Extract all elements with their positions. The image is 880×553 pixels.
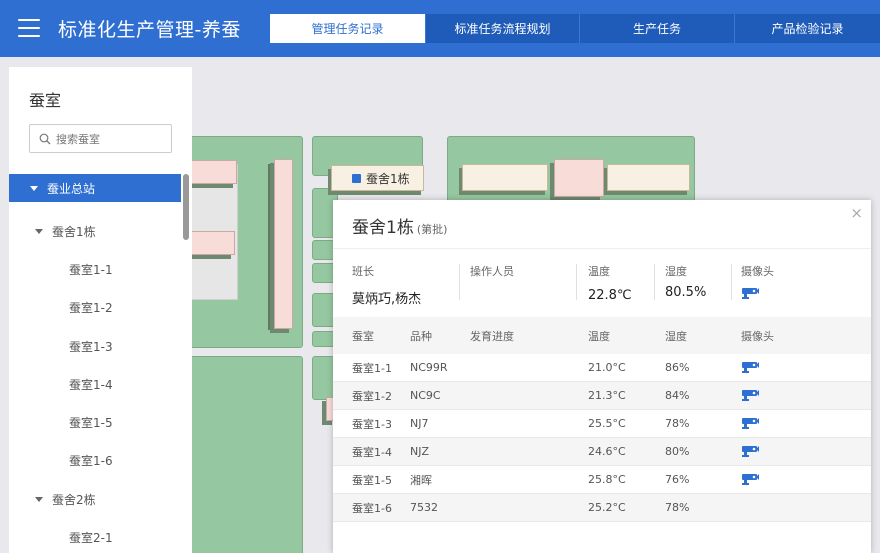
tree-item-room[interactable]: 蚕室1-5 bbox=[9, 403, 181, 441]
building-detail-card: × 蚕舍1栋 (第批) 班长 莫炳巧,杨杰 操作人员 温度 22.8℃ 湿度 80… bbox=[333, 200, 871, 553]
divider bbox=[459, 264, 460, 300]
building-label-text: 蚕舍1栋 bbox=[366, 171, 410, 186]
cell-variety: 湘晖 bbox=[410, 473, 432, 487]
search-input[interactable] bbox=[56, 129, 166, 149]
tab-task-records[interactable]: 管理任务记录 bbox=[270, 14, 425, 43]
cell-humidity: 84% bbox=[665, 389, 690, 402]
divider bbox=[731, 264, 732, 300]
tree-item-building-2[interactable]: 蚕舍2栋 bbox=[9, 480, 181, 518]
tree-item-room[interactable]: 蚕室1-3 bbox=[9, 327, 181, 365]
cell-temperature: 21.0°C bbox=[588, 361, 626, 374]
camera-icon[interactable] bbox=[741, 473, 759, 486]
divider bbox=[333, 248, 871, 249]
cell-variety: 7532 bbox=[410, 501, 438, 514]
cell-camera bbox=[741, 438, 759, 465]
sidebar: 蚕室 蚕业总站 蚕舍1栋 蚕室1-1 蚕室1-2 蚕室1-3 蚕室1-4 蚕室1… bbox=[9, 67, 192, 553]
cell-temperature: 25.2°C bbox=[588, 501, 626, 514]
cell-room: 蚕室1-3 bbox=[352, 417, 392, 431]
info-operator: 操作人员 bbox=[470, 265, 514, 278]
cell-temperature: 25.5°C bbox=[588, 417, 626, 430]
search-box bbox=[29, 124, 172, 153]
caret-down-icon[interactable] bbox=[35, 496, 43, 502]
card-title: 蚕舍1栋 (第批) bbox=[352, 218, 448, 238]
cell-camera bbox=[741, 466, 759, 493]
humidity-value: 80.5% bbox=[665, 285, 707, 300]
table-row[interactable]: 蚕室1-1 NC99R 21.0°C 86% bbox=[333, 354, 871, 382]
cell-humidity: 76% bbox=[665, 473, 690, 486]
search-icon bbox=[39, 133, 51, 145]
cell-humidity: 78% bbox=[665, 417, 690, 430]
cell-humidity: 78% bbox=[665, 501, 690, 514]
room-tree: 蚕业总站 蚕舍1栋 蚕室1-1 蚕室1-2 蚕室1-3 蚕室1-4 蚕室1-5 … bbox=[9, 174, 181, 553]
tree-item-room[interactable]: 蚕室1-6 bbox=[9, 442, 181, 480]
tab-process-planning[interactable]: 标准任务流程规划 bbox=[425, 14, 579, 43]
cell-humidity: 80% bbox=[665, 445, 690, 458]
tree-item-room[interactable]: 蚕室1-4 bbox=[9, 365, 181, 403]
table-row[interactable]: 蚕室1-5 湘晖 25.8°C 76% bbox=[333, 466, 871, 494]
info-humidity: 湿度 80.5% bbox=[665, 265, 707, 300]
caret-down-icon[interactable] bbox=[30, 185, 38, 191]
camera-icon[interactable] bbox=[741, 417, 759, 430]
tree-item-room[interactable]: 蚕室2-1 bbox=[9, 518, 181, 553]
cell-room: 蚕室1-1 bbox=[352, 361, 392, 375]
building-block[interactable] bbox=[188, 356, 303, 553]
tree-item-room[interactable]: 蚕室1-2 bbox=[9, 289, 181, 327]
tab-inspection-records[interactable]: 产品检验记录 bbox=[734, 14, 880, 43]
room-block[interactable] bbox=[188, 160, 237, 184]
cell-variety: NJZ bbox=[410, 445, 430, 458]
table-header: 蚕室 品种 发育进度 温度 湿度 摄像头 bbox=[333, 317, 871, 354]
leader-value: 莫炳巧,杨杰 bbox=[352, 292, 422, 307]
temperature-value: 22.8℃ bbox=[588, 288, 632, 303]
info-camera: 摄像头 bbox=[741, 263, 774, 304]
tree-item-room[interactable]: 蚕室1-1 bbox=[9, 250, 181, 288]
main-tabs: 管理任务记录 标准任务流程规划 生产任务 产品检验记录 bbox=[270, 14, 880, 43]
tree-item-station[interactable]: 蚕业总站 bbox=[9, 174, 181, 202]
room-block[interactable] bbox=[274, 159, 293, 329]
info-temperature: 温度 22.8℃ bbox=[588, 265, 632, 303]
camera-icon[interactable] bbox=[741, 389, 759, 402]
app-title: 标准化生产管理-养蚕 bbox=[58, 19, 241, 41]
table-row[interactable]: 蚕室1-3 NJ7 25.5°C 78% bbox=[333, 410, 871, 438]
cell-room: 蚕室1-5 bbox=[352, 473, 392, 487]
cell-variety: NC99R bbox=[410, 361, 448, 374]
camera-icon[interactable] bbox=[741, 287, 759, 300]
tab-production-tasks[interactable]: 生产任务 bbox=[579, 14, 734, 43]
camera-icon[interactable] bbox=[741, 445, 759, 458]
hamburger-menu-icon[interactable] bbox=[18, 19, 40, 37]
cell-room: 蚕室1-4 bbox=[352, 445, 392, 459]
cell-humidity: 86% bbox=[665, 361, 690, 374]
cell-camera bbox=[741, 410, 759, 437]
table-row[interactable]: 蚕室1-2 NC9C 21.3°C 84% bbox=[333, 382, 871, 410]
sidebar-title: 蚕室 bbox=[29, 91, 62, 110]
table-row[interactable]: 蚕室1-4 NJZ 24.6°C 80% bbox=[333, 438, 871, 466]
close-icon[interactable]: × bbox=[850, 205, 863, 221]
cell-camera bbox=[741, 354, 759, 381]
tree-item-building-1[interactable]: 蚕舍1栋 bbox=[9, 212, 181, 250]
cell-variety: NC9C bbox=[410, 389, 441, 402]
room-block[interactable] bbox=[188, 231, 235, 255]
caret-down-icon[interactable] bbox=[35, 228, 43, 234]
marker-dot bbox=[352, 174, 361, 183]
divider bbox=[576, 264, 577, 300]
room-block[interactable] bbox=[462, 164, 548, 191]
cell-temperature: 21.3°C bbox=[588, 389, 626, 402]
cell-room: 蚕室1-6 bbox=[352, 501, 392, 515]
table-row[interactable]: 蚕室1-6 7532 25.2°C 78% bbox=[333, 494, 871, 522]
divider bbox=[654, 264, 655, 300]
cell-variety: NJ7 bbox=[410, 417, 429, 430]
card-subtitle: (第批) bbox=[416, 223, 448, 236]
cell-temperature: 25.8°C bbox=[588, 473, 626, 486]
building-label-marker[interactable]: 蚕舍1栋 bbox=[331, 165, 424, 191]
cell-camera bbox=[741, 382, 759, 409]
room-block[interactable] bbox=[554, 159, 604, 197]
sidebar-scrollbar[interactable] bbox=[183, 174, 189, 240]
info-leader: 班长 莫炳巧,杨杰 bbox=[352, 265, 422, 307]
camera-icon[interactable] bbox=[741, 361, 759, 374]
cell-temperature: 24.6°C bbox=[588, 445, 626, 458]
cell-room: 蚕室1-2 bbox=[352, 389, 392, 403]
top-bar: 标准化生产管理-养蚕 管理任务记录 标准任务流程规划 生产任务 产品检验记录 bbox=[0, 0, 880, 57]
room-block[interactable] bbox=[607, 164, 690, 191]
